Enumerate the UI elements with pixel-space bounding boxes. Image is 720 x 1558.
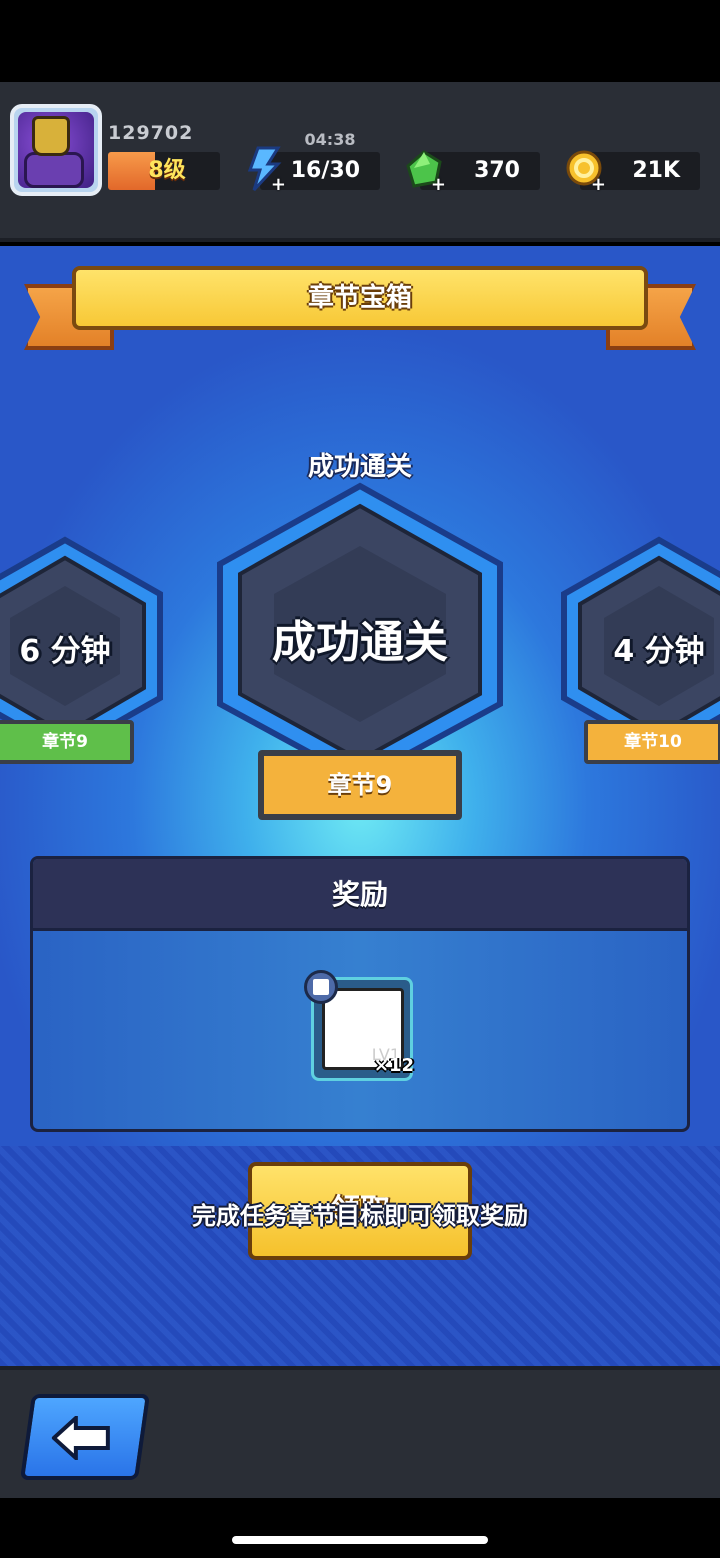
player-id: 129702 [108, 122, 194, 144]
chapter-time-next: 4 分钟 [613, 634, 705, 669]
home-indicator[interactable] [232, 1536, 488, 1544]
status-bar [0, 0, 720, 82]
energy-bolt-icon[interactable]: + [244, 146, 286, 195]
chapter-time-previous: 6 分钟 [19, 634, 111, 669]
level-label: 8级 [148, 158, 186, 183]
chapter-tag-current: 章节9 [258, 750, 462, 820]
gem-plus-icon: + [430, 174, 446, 195]
green-gem-icon[interactable]: + [404, 146, 446, 195]
chapter-cleared-label: 成功通关 [272, 617, 448, 668]
player-avatar[interactable] [10, 104, 102, 196]
chapter-status-heading: 成功通关 [307, 452, 412, 482]
top-hud: 129702 8级 04:38 16/30 + 370 + 21K + [0, 82, 720, 242]
item-type-badge-icon [304, 970, 338, 1004]
chapter-card-current[interactable]: 成功通关 [214, 482, 506, 784]
avatar-helmet [32, 116, 70, 156]
reward-item-slot[interactable]: LV1 ×12 [304, 970, 414, 1081]
claim-hint-text: 完成任务章节目标即可领取奖励 [192, 1202, 528, 1230]
chapter-tag-previous: 章节9 [0, 720, 134, 764]
system-home-bar [0, 1498, 720, 1558]
chapter-tag-next: 章节10 [584, 720, 720, 764]
reward-item-quantity: ×12 [373, 1055, 414, 1076]
level-bar: 8级 [108, 152, 220, 190]
bottom-bar [0, 1366, 720, 1498]
reward-header: 奖励 [33, 859, 687, 931]
reward-panel: 奖励 LV1 ×12 [30, 856, 690, 1132]
back-arrow-icon [51, 1416, 110, 1460]
page-title-banner: 章节宝箱 [72, 266, 648, 330]
coin-plus-icon: + [590, 174, 606, 195]
energy-timer: 04:38 [304, 130, 356, 149]
energy-plus-icon: + [270, 174, 286, 195]
gold-coin-icon[interactable]: + [564, 146, 606, 195]
chapter-chest-screen: 章节宝箱 成功通关 6 分钟 章节9 成功通关 章节9 4 分钟 章节10 奖励 [0, 246, 720, 1366]
avatar-armor [24, 152, 84, 188]
back-button[interactable] [19, 1394, 151, 1480]
